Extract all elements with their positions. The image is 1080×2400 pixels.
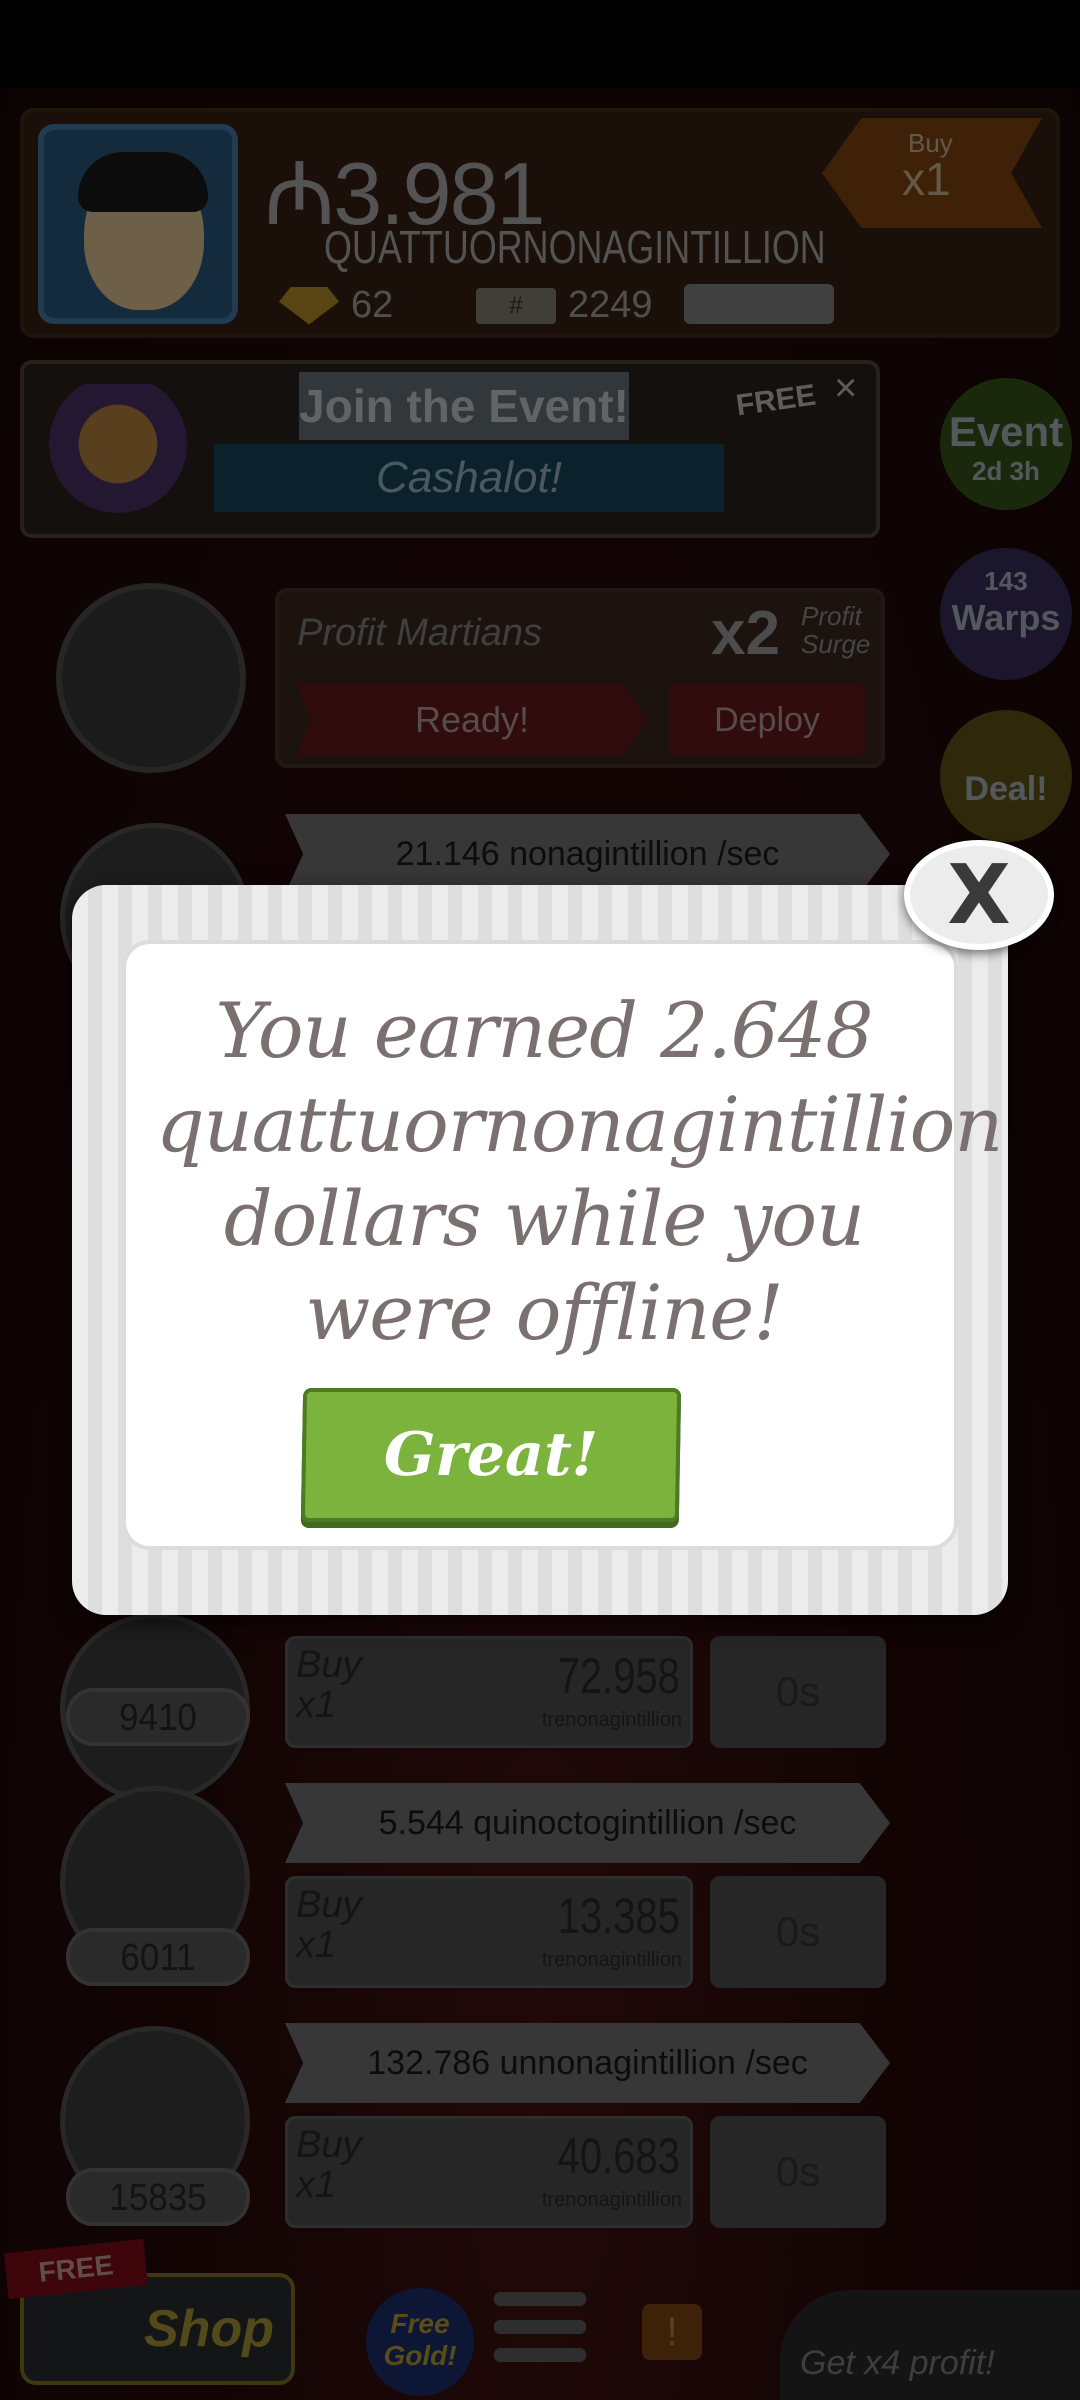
martians-multiplier-label: Profit Surge [801, 602, 870, 658]
timer-box: 0s [710, 1876, 886, 1988]
shop-label: Shop [144, 2300, 274, 2358]
martians-ready-button[interactable]: Ready! [297, 684, 647, 756]
buy-cost-unit: trenonagintillion [541, 2189, 682, 2211]
megaticket-icon [684, 284, 834, 324]
buy-text: Buy [296, 1884, 362, 1926]
gold-counter[interactable]: 62 [279, 284, 393, 327]
gold-count: 62 [351, 284, 394, 326]
alert-icon[interactable]: ! [642, 2304, 702, 2360]
buy-cost: 40.683 [557, 2128, 680, 2184]
buy-qty: x1 [296, 1684, 337, 1726]
timer-box: 0s [710, 1636, 886, 1748]
free-gold-button[interactable]: Free Gold! [366, 2288, 474, 2396]
buy-cost-unit: trenonagintillion [541, 1949, 682, 1971]
event-title: Join the Event! [299, 372, 629, 440]
income-pill: 132.786 unnonagintillion /sec [285, 2023, 890, 2103]
buy-label: Buy x1 [296, 2125, 361, 2205]
header: ₼3.981 QUATTUORNONAGINTILLION 62 # 2249 … [20, 108, 1060, 338]
buy-button[interactable]: Buy x1 40.683 trenonagintillion [285, 2116, 693, 2228]
close-icon[interactable]: X [904, 840, 1054, 950]
income-pill: 21.146 nonagintillion /sec [285, 814, 890, 894]
great-button[interactable]: Great! [300, 1388, 682, 1522]
martians-multiplier: x2 [711, 599, 780, 668]
buy-text: Buy [296, 2124, 362, 2166]
warps-side-button[interactable]: 143 Warps [940, 548, 1072, 680]
buy-cost: 13.385 [557, 1888, 680, 1944]
mult-label-2: Surge [801, 629, 871, 659]
jester-icon [48, 384, 188, 534]
business-count: 6011 [66, 1928, 250, 1986]
mult-label-1: Profit [801, 601, 862, 631]
event-side-button[interactable]: Event 2d 3h [940, 378, 1072, 510]
player-avatar[interactable] [38, 124, 238, 324]
buy-cost: 72.958 [557, 1648, 680, 1704]
timer-box: 0s [710, 2116, 886, 2228]
ufo-icon [56, 583, 246, 773]
buy-button[interactable]: Buy x1 72.958 trenonagintillion [285, 1636, 693, 1748]
buy-cost-unit: trenonagintillion [541, 1709, 682, 1731]
money-symbol: ₼ [264, 144, 335, 243]
buy-label: Buy x1 [296, 1645, 361, 1725]
martians-title: Profit Martians [297, 612, 542, 654]
ticket-count: 2249 [568, 284, 653, 326]
buy-button[interactable]: Buy x1 13.385 trenonagintillion [285, 1876, 693, 1988]
deal-label: Deal! [964, 770, 1048, 808]
buy-text: Buy [296, 1644, 362, 1686]
buy-tag-value: x1 [902, 153, 951, 205]
event-side-label: Event [948, 408, 1064, 455]
ticket-counter[interactable]: # 2249 [476, 284, 653, 327]
business-count: 15835 [66, 2168, 250, 2226]
x4-label: Get x4 profit! [800, 2344, 995, 2382]
buy-qty: x1 [296, 1924, 337, 1966]
buy-label: Buy x1 [296, 1885, 361, 1965]
status-bar [0, 0, 1080, 88]
warps-label: Warps [951, 597, 1061, 638]
event-free-label: FREE [734, 378, 818, 423]
ticket-icon: # [476, 287, 556, 324]
x4-profit-button[interactable]: Get x4 profit! [780, 2290, 1080, 2400]
money-unit: QUATTUORNONAGINTILLION [324, 221, 826, 273]
martians-deploy-button[interactable]: Deploy [669, 684, 865, 756]
event-subtitle: Cashalot! [214, 444, 724, 512]
avatar-hair [78, 152, 208, 212]
buy-qty: x1 [296, 2164, 337, 2206]
business-count: 9410 [66, 1688, 250, 1746]
income-pill: 5.544 quinoctogintillion /sec [285, 1783, 890, 1863]
buy-multiplier-tag[interactable]: Buy x1 [822, 118, 1042, 228]
event-close-button[interactable]: × [834, 366, 857, 411]
event-banner[interactable]: Join the Event! Cashalot! FREE × [20, 360, 880, 538]
gold-gem-icon [279, 286, 339, 325]
menu-icon[interactable] [494, 2292, 586, 2372]
profit-martians-panel: Profit Martians x2 Profit Surge Ready! D… [275, 588, 885, 768]
warps-count: 143 [984, 566, 1028, 596]
deal-side-button[interactable]: Deal! [940, 710, 1072, 842]
offline-earnings-message: You earned 2.648 quattuornonagintillion … [156, 986, 1003, 1357]
megaticket-counter[interactable] [684, 284, 834, 324]
event-side-time: 2d 3h [972, 456, 1040, 486]
